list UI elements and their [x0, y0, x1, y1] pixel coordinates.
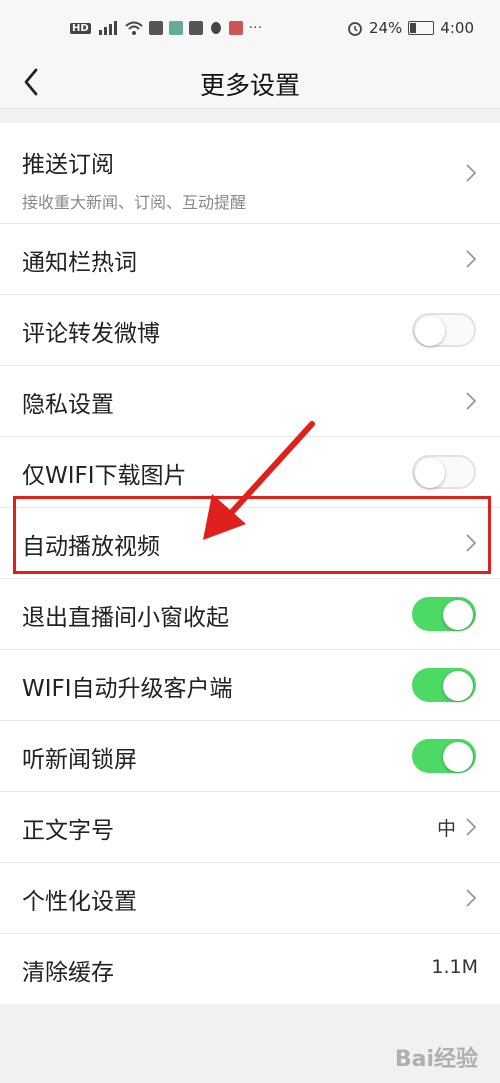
toggle-knob: [415, 316, 445, 346]
header: 更多设置: [0, 58, 500, 108]
chevron-right-icon: [466, 392, 477, 410]
setting-label: WIFI自动升级客户端: [22, 676, 233, 702]
setting-label: 隐私设置: [22, 392, 114, 418]
setting-row-personalize[interactable]: 个性化设置: [0, 863, 500, 934]
page-title: 更多设置: [199, 71, 300, 100]
chevron-right-icon: [466, 818, 477, 836]
chevron-right-icon: [466, 250, 477, 268]
setting-subtitle: 接收重大新闻、订阅、互动提醒: [22, 193, 247, 212]
setting-label: 个性化设置: [22, 889, 137, 915]
status-right: 24% 4:00: [347, 19, 474, 37]
toggle-knob: [415, 458, 445, 488]
setting-label: 正文字号: [22, 818, 114, 844]
alarm-icon: [348, 22, 362, 36]
setting-label: 退出直播间小窗收起: [22, 605, 229, 631]
status-left-icons: HD ···: [70, 20, 262, 36]
annotation-highlight-box: [13, 496, 491, 574]
setting-row-comment-weibo[interactable]: 评论转发微博: [0, 295, 500, 366]
setting-row-live-window[interactable]: 退出直播间小窗收起: [0, 579, 500, 650]
setting-label: 清除缓存: [22, 960, 114, 986]
more-dots-icon: ···: [248, 20, 263, 36]
toggle-switch[interactable]: [412, 455, 476, 489]
toggle-knob: [443, 671, 473, 701]
status-bar: HD ··· 24% 4:00: [0, 0, 500, 58]
battery-percent: 24%: [368, 19, 403, 37]
setting-label: 听新闻锁屏: [22, 747, 137, 773]
app-icon: [168, 21, 183, 35]
wifi-icon: [125, 21, 143, 35]
setting-label: 推送订阅: [22, 152, 114, 178]
mail-icon: [188, 21, 203, 35]
chevron-right-icon: [466, 164, 477, 182]
toggle-knob: [443, 600, 473, 630]
toggle-switch[interactable]: [412, 597, 476, 631]
app2-icon: [228, 21, 243, 35]
setting-row-font-size[interactable]: 正文字号 中: [0, 792, 500, 863]
setting-label: 仅WIFI下载图片: [22, 463, 187, 489]
watermark: Bai经验: [394, 1047, 478, 1072]
qq-icon: [210, 22, 221, 34]
setting-value: 1.1M: [431, 956, 478, 978]
toggle-switch[interactable]: [412, 668, 476, 702]
setting-row-privacy[interactable]: 隐私设置: [0, 366, 500, 437]
card-icon: [148, 21, 163, 35]
toggle-knob: [443, 742, 473, 772]
setting-label: 评论转发微博: [22, 321, 160, 347]
setting-row-cache[interactable]: 清除缓存 1.1M: [0, 934, 500, 1004]
chevron-right-icon: [466, 889, 477, 907]
signal-4g-icon: [98, 21, 117, 35]
header-divider: [0, 108, 500, 109]
toggle-switch[interactable]: [412, 739, 476, 773]
setting-label: 通知栏热词: [22, 250, 137, 276]
setting-row-notif-hot[interactable]: 通知栏热词: [0, 224, 500, 295]
hd-icon: HD: [70, 22, 91, 34]
toggle-switch[interactable]: [412, 313, 476, 347]
battery-icon: [408, 21, 435, 35]
setting-row-wifi-update[interactable]: WIFI自动升级客户端: [0, 650, 500, 721]
setting-value: 中: [436, 818, 456, 840]
setting-row-push[interactable]: 推送订阅接收重大新闻、订阅、互动提醒: [0, 123, 500, 224]
setting-row-lockscreen[interactable]: 听新闻锁屏: [0, 721, 500, 792]
clock: 4:00: [440, 19, 474, 37]
